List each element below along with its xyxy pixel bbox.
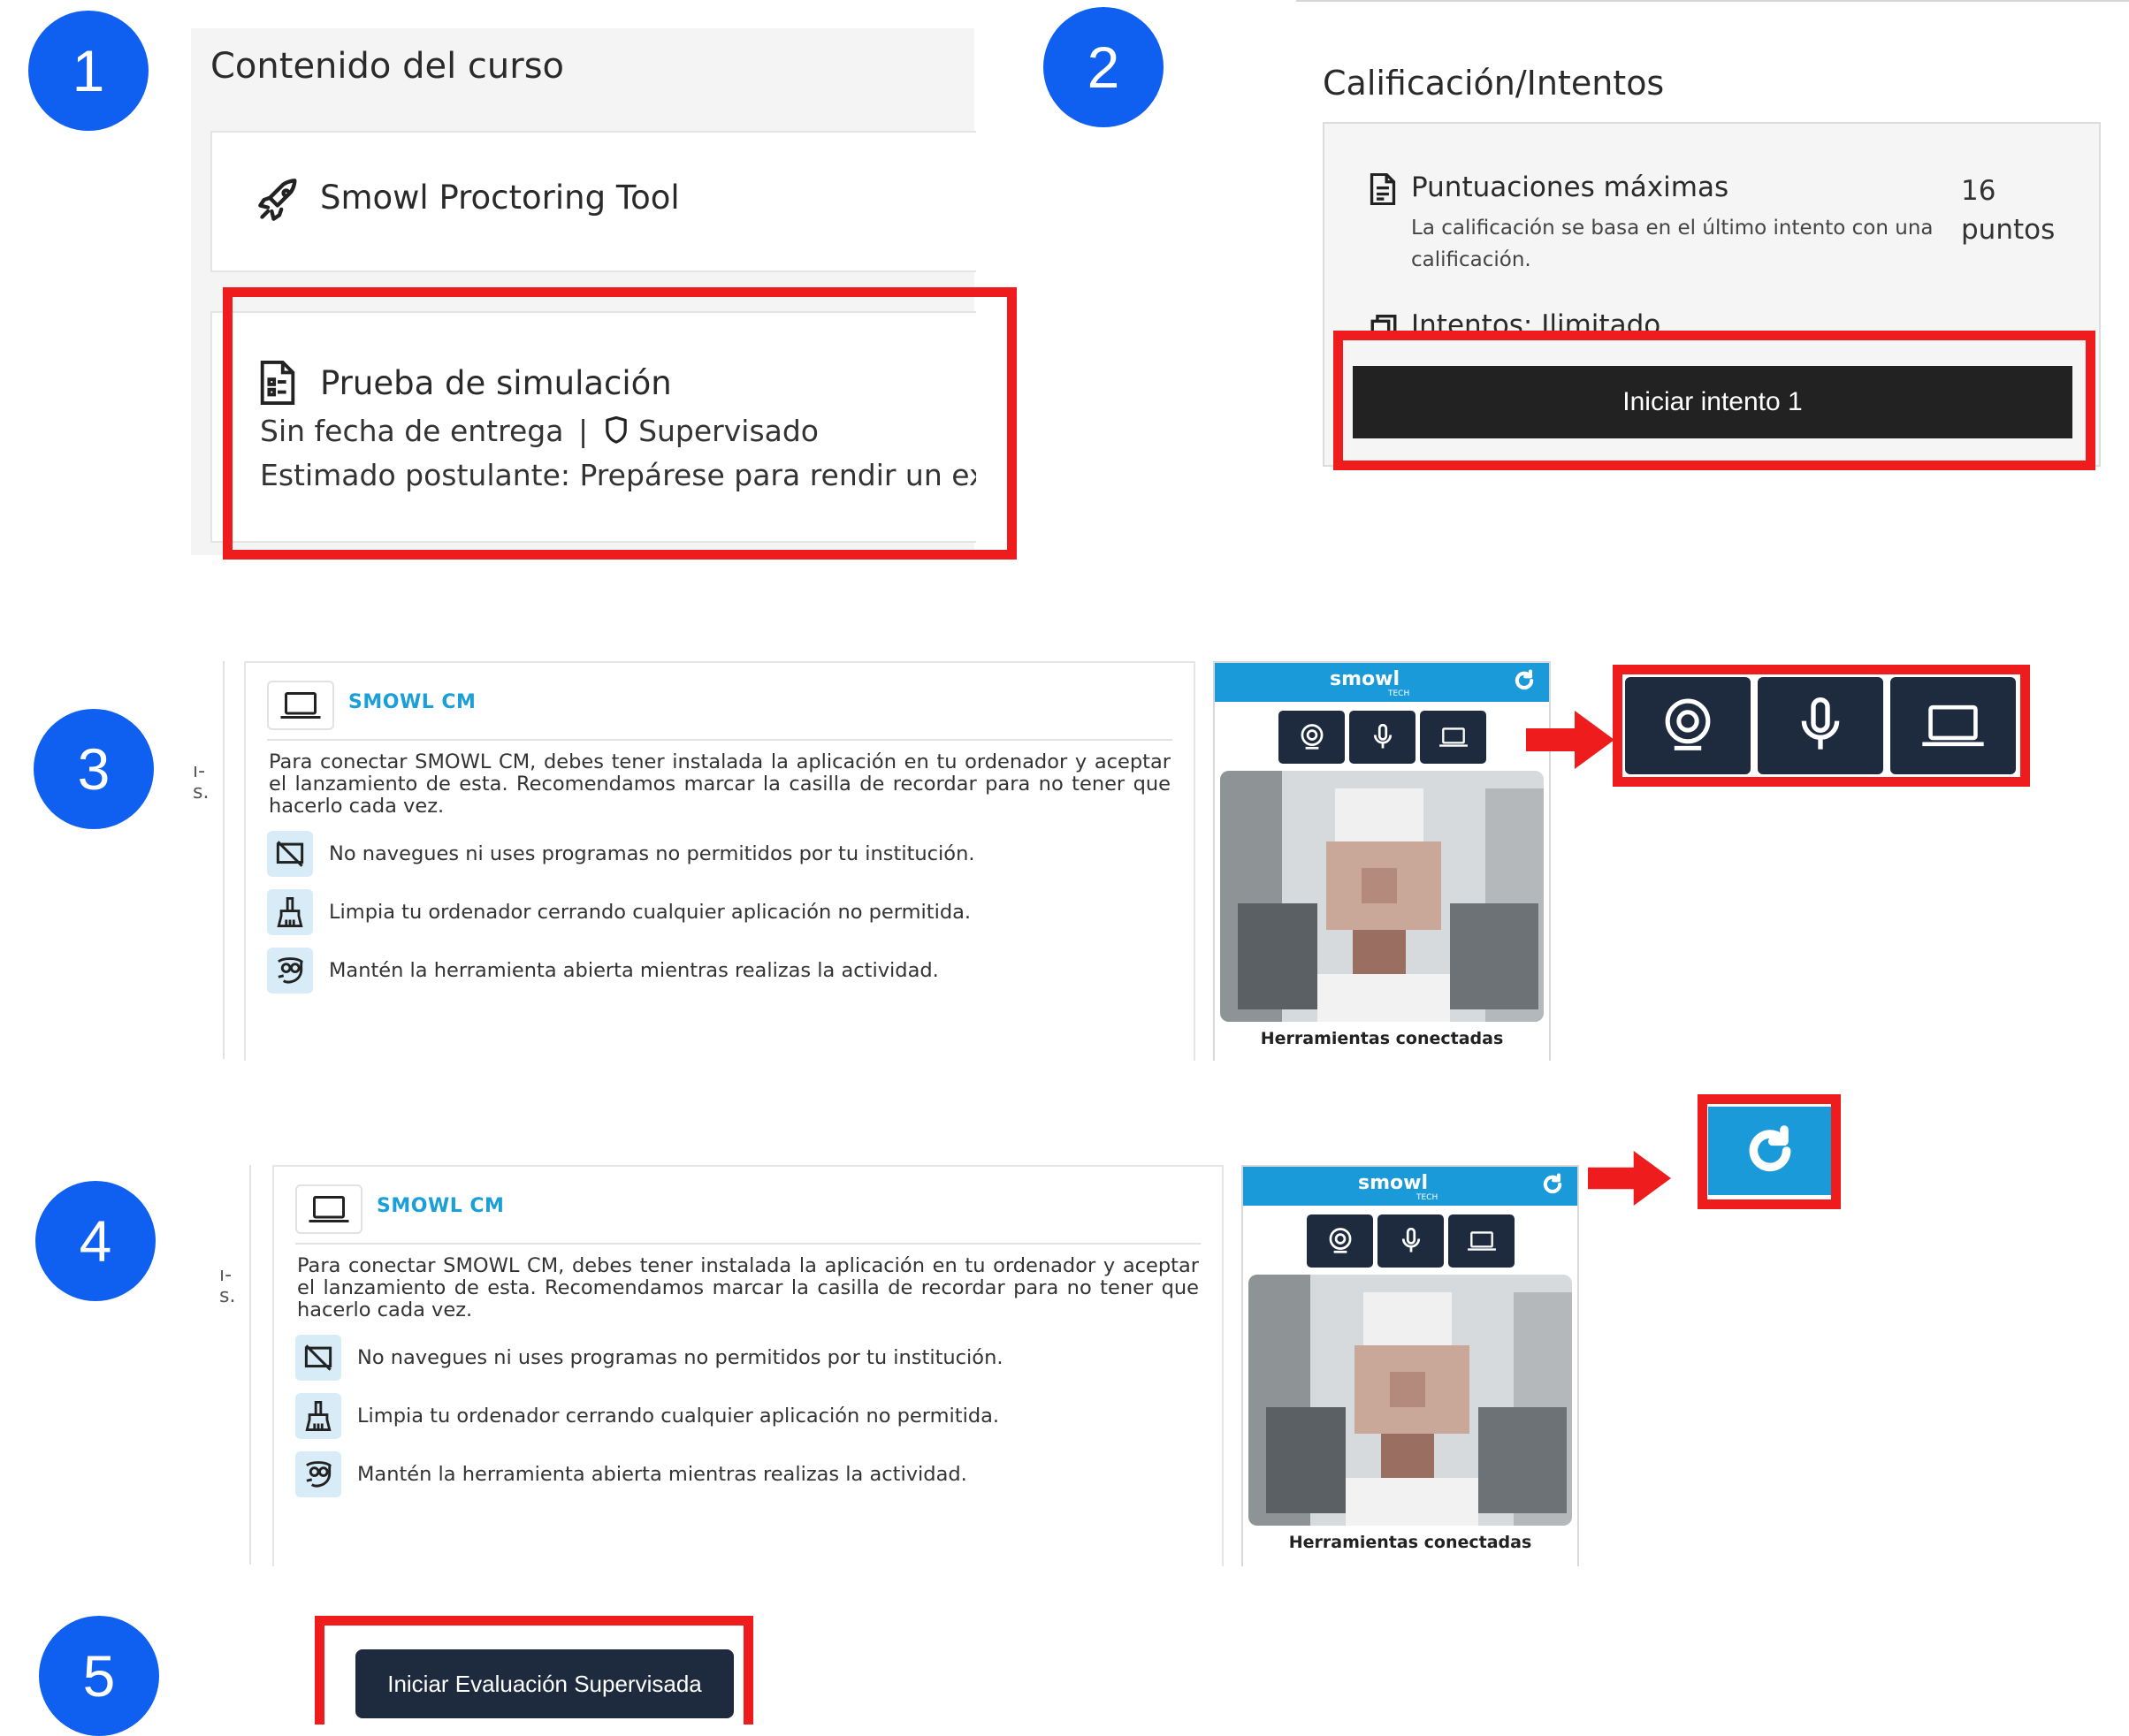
rule-text-2: Limpia tu ordenador cerrando cualquier a… xyxy=(329,901,972,924)
laptop-icon xyxy=(295,1184,362,1234)
smowl-logo: smowl xyxy=(1358,1172,1428,1194)
webcam-preview xyxy=(1220,771,1544,1022)
connect-instructions: Para conectar SMOWL CM, debes tener inst… xyxy=(269,750,1171,818)
left-cut-panel-2: ı- s. xyxy=(217,1165,251,1565)
panel2-divider xyxy=(1296,0,2129,2)
smowl-cm-title: SMOWL CM xyxy=(348,691,477,713)
proctoring-tool-label: Smowl Proctoring Tool xyxy=(320,179,680,217)
cut-text-1: ı- xyxy=(193,760,206,782)
scores-document-icon xyxy=(1369,172,1397,209)
step-1-badge: 1 xyxy=(28,11,149,131)
owl-icon xyxy=(267,948,313,994)
card-divider xyxy=(267,739,1172,741)
points-value: 16 puntos xyxy=(1961,175,2056,246)
step-2-badge: 2 xyxy=(1043,7,1164,127)
rule-row-3: Mantén la herramienta abierta mientras r… xyxy=(267,948,939,994)
cut-text-2: s. xyxy=(193,781,210,803)
rule-row-2: Limpia tu ordenador cerrando cualquier a… xyxy=(295,1393,999,1439)
highlight-quiz xyxy=(223,287,1017,560)
refresh-icon[interactable] xyxy=(1512,668,1537,699)
rule-row-1: No navegues ni uses programas no permiti… xyxy=(295,1335,1003,1381)
laptop-icon xyxy=(267,681,334,730)
step-4-badge: 4 xyxy=(35,1181,156,1301)
max-scores-title: Puntuaciones máximas xyxy=(1411,171,1729,203)
highlight-refresh xyxy=(1698,1094,1841,1209)
cut-text-3: ı- xyxy=(219,1264,233,1286)
webcam-button[interactable] xyxy=(1307,1214,1373,1268)
smowl-logo-sub: TECH xyxy=(1388,689,1410,698)
left-cut-panel: ı- s. xyxy=(191,661,225,1059)
rule-text-3: Mantén la herramienta abierta mientras r… xyxy=(357,1463,967,1486)
owl-icon xyxy=(295,1451,341,1497)
card-divider xyxy=(295,1243,1201,1245)
course-content-title: Contenido del curso xyxy=(210,46,565,87)
screen-button[interactable] xyxy=(1420,711,1486,764)
proctoring-tool-card[interactable]: Smowl Proctoring Tool xyxy=(210,131,976,272)
smowl-logo: smowl xyxy=(1330,668,1400,690)
broom-icon xyxy=(295,1393,341,1439)
widget-tool-buttons xyxy=(1278,711,1486,764)
microphone-button[interactable] xyxy=(1349,711,1416,764)
rule-row-1: No navegues ni uses programas no permiti… xyxy=(267,831,974,877)
rule-row-2: Limpia tu ordenador cerrando cualquier a… xyxy=(267,889,971,935)
connected-tools-caption: Herramientas conectadas xyxy=(1260,1029,1504,1048)
connected-tools-caption: Herramientas conectadas xyxy=(1288,1533,1532,1552)
broom-icon xyxy=(267,889,313,935)
rule-text-3: Mantén la herramienta abierta mientras r… xyxy=(329,959,939,982)
no-browsing-icon xyxy=(267,831,313,877)
refresh-icon[interactable] xyxy=(1540,1172,1565,1203)
smowl-widget-2: smowl TECH Herramientas conectadas xyxy=(1241,1165,1579,1566)
step-3-badge: 3 xyxy=(34,709,154,829)
rule-row-3: Mantén la herramienta abierta mientras r… xyxy=(295,1451,967,1497)
rule-text-1: No navegues ni uses programas no permiti… xyxy=(357,1346,1003,1369)
max-scores-desc: La calificación se basa en el último int… xyxy=(1411,217,1934,271)
rule-text-2: Limpia tu ordenador cerrando cualquier a… xyxy=(357,1405,1000,1428)
cut-text-4: s. xyxy=(219,1285,236,1307)
grades-attempts-title: Calificación/Intentos xyxy=(1323,64,1665,103)
arrow-right-icon xyxy=(1526,711,1614,769)
smowl-widget: smowl TECH Herramientas conectadas xyxy=(1213,661,1551,1061)
step-5-badge: 5 xyxy=(39,1616,159,1736)
rocket-icon xyxy=(256,177,302,226)
microphone-button[interactable] xyxy=(1377,1214,1444,1268)
highlight-start-attempt xyxy=(1333,331,2095,470)
arrow-right-icon xyxy=(1588,1150,1671,1207)
highlight-tools xyxy=(1613,665,2030,787)
no-browsing-icon xyxy=(295,1335,341,1381)
smowl-logo-sub: TECH xyxy=(1416,1193,1438,1202)
rule-text-1: No navegues ni uses programas no permiti… xyxy=(329,842,975,865)
webcam-button[interactable] xyxy=(1278,711,1345,764)
screen-button[interactable] xyxy=(1448,1214,1515,1268)
highlight-final-button xyxy=(315,1616,753,1725)
connect-instructions: Para conectar SMOWL CM, debes tener inst… xyxy=(297,1254,1199,1321)
widget-tool-buttons xyxy=(1307,1214,1515,1268)
smowl-card: SMOWL CM Para conectar SMOWL CM, debes t… xyxy=(244,661,1195,1061)
smowl-card-2: SMOWL CM Para conectar SMOWL CM, debes t… xyxy=(272,1165,1224,1566)
smowl-cm-title: SMOWL CM xyxy=(377,1195,505,1217)
webcam-preview xyxy=(1248,1275,1572,1526)
